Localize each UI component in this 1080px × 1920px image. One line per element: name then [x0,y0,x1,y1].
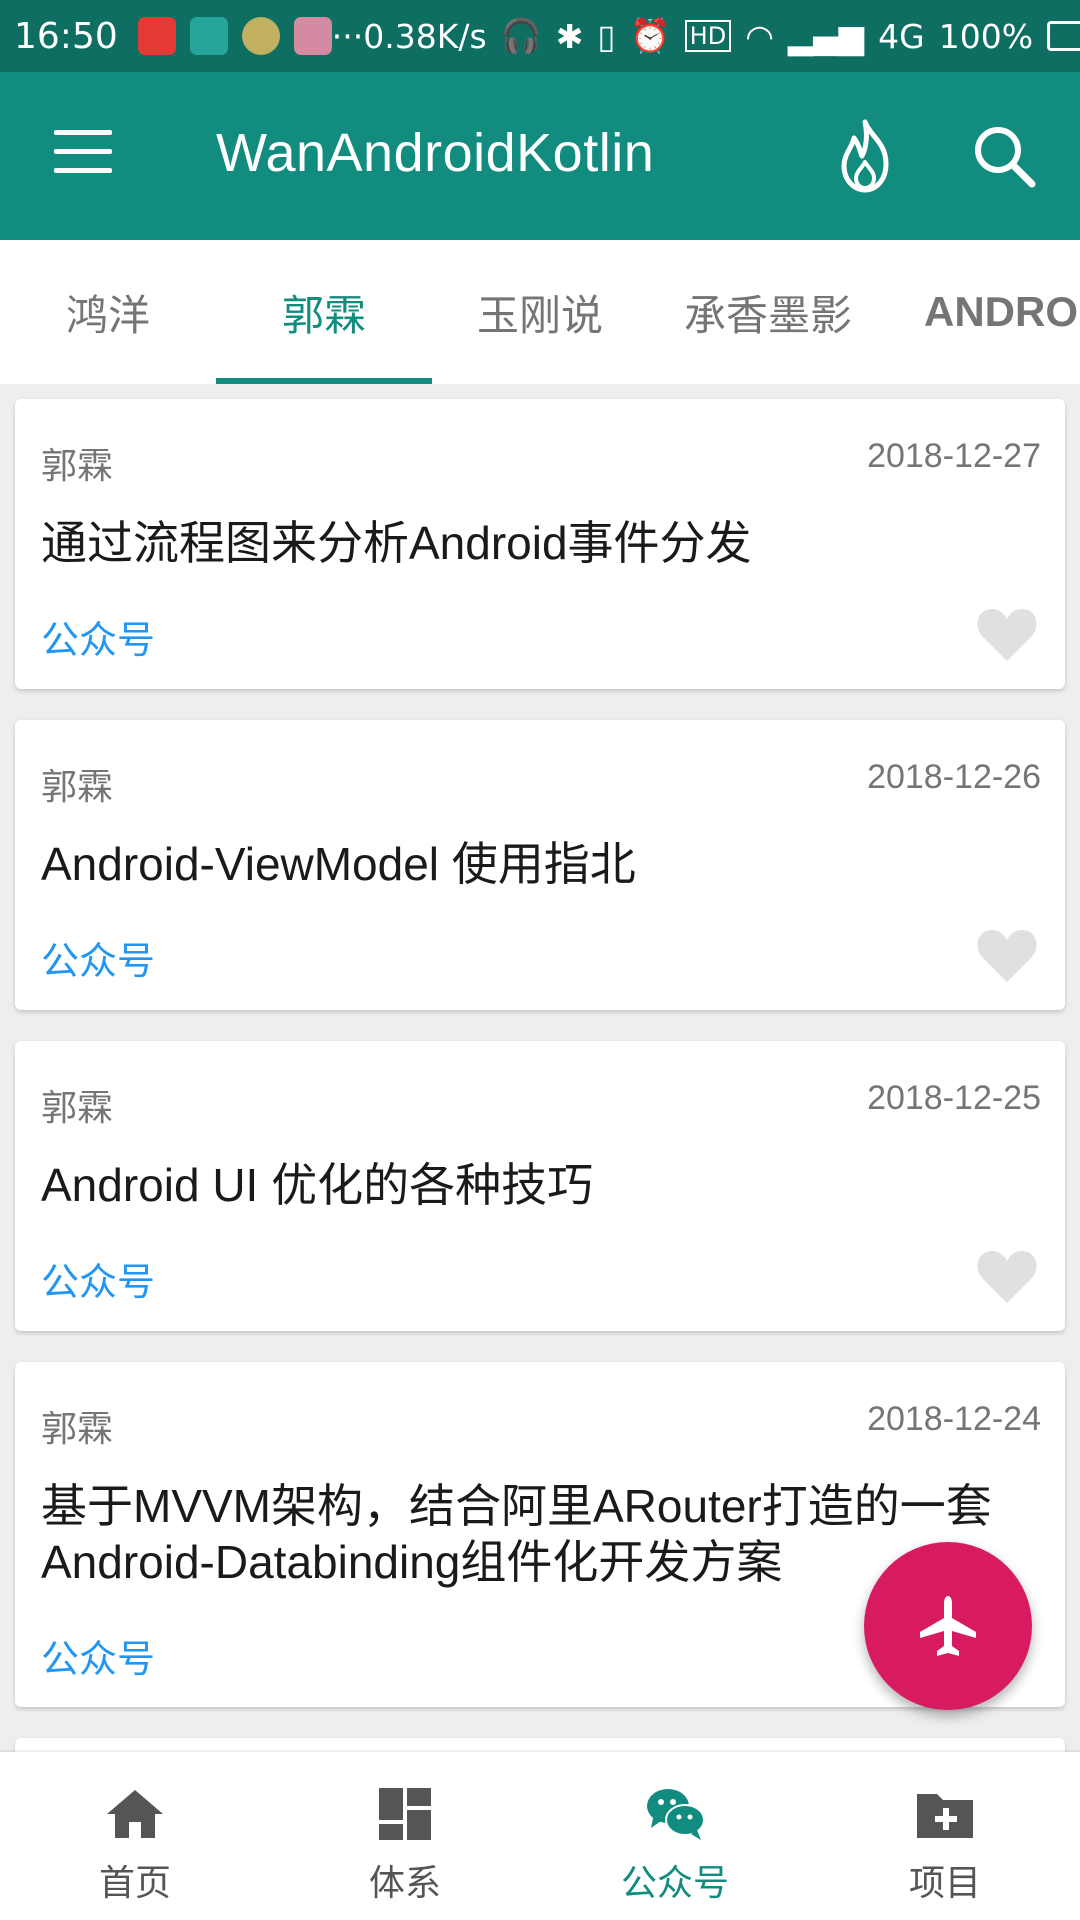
netease-music-notification-icon [137,17,176,55]
nav-home[interactable]: 首页 [0,1752,270,1920]
scroll-top-fab[interactable] [864,1542,1032,1710]
app-toolbar: WanAndroidKotlin [0,72,1080,240]
article-card[interactable]: 郭霖 2018-12-25 Android UI 优化的各种技巧 公众号 [15,1041,1065,1331]
article-author: 郭霖 [41,446,114,487]
nav-project[interactable]: 项目 [810,1752,1080,1920]
status-time: 16:50 [14,15,118,57]
bottom-navigation: 首页 体系 公众号 项目 [0,1752,1080,1920]
article-title: Android-ViewModel 使用指北 [41,838,636,890]
nav-wechat[interactable]: 公众号 [540,1752,810,1920]
alarm-icon: ⏰ [629,16,671,55]
article-tag[interactable]: 公众号 [41,1251,155,1306]
article-title: Android UI 优化的各种技巧 [41,1159,594,1211]
menu-icon[interactable] [54,130,112,178]
dashboard-icon [379,1788,431,1840]
airplane-icon [920,1596,976,1656]
network-speed: ···0.38K/s [331,16,487,56]
fire-icon[interactable] [830,118,900,194]
nav-label: 首页 [98,1863,171,1904]
status-bar: 16:50 ···0.38K/s 🎧 ✱ ▯ ⏰ HD ◠ ▂▄▆ 4G 100… [0,0,1080,72]
nav-label: 公众号 [620,1863,729,1904]
headphones-icon: 🎧 [500,16,542,55]
app-title: WanAndroidKotlin [216,123,655,183]
wechat-icon [647,1789,705,1840]
vibrate-icon: ▯ [597,16,616,56]
bluetooth-icon: ✱ [555,16,584,56]
search-icon[interactable] [970,122,1040,192]
scan-notification-icon [189,17,228,55]
nav-label: 体系 [368,1863,441,1904]
tab-guolin[interactable]: 郭霖 [216,240,432,384]
wifi-icon: ◠ [745,16,774,56]
signal-icon: ▂▄▆ [788,16,865,56]
app-notification-icon [293,17,332,55]
article-card[interactable]: 郭霖 2018-12-26 Android-ViewModel 使用指北 公众号 [15,720,1065,1010]
article-tag[interactable]: 公众号 [41,609,155,664]
nav-label: 项目 [908,1863,981,1904]
article-date: 2018-12-26 [867,758,1041,796]
article-tag[interactable]: 公众号 [41,1628,155,1683]
article-card[interactable]: 郭霖 2018-12-27 通过流程图来分析Android事件分发 公众号 [15,399,1065,689]
article-author: 郭霖 [41,1088,114,1129]
article-date: 2018-12-27 [867,437,1041,475]
article-author: 郭霖 [41,767,114,808]
battery-percent: 100% [938,16,1034,56]
nav-system[interactable]: 体系 [270,1752,540,1920]
hd-icon: HD [684,20,732,52]
tab-yugangshuo[interactable]: 玉刚说 [432,240,648,384]
article-tag[interactable]: 公众号 [41,930,155,985]
author-tabs: 鸿洋 郭霖 玉刚说 承香墨影 ANDROID [0,240,1080,384]
battery-icon [1047,21,1080,51]
home-icon [107,1790,163,1838]
article-date: 2018-12-25 [867,1079,1041,1117]
article-card[interactable] [15,1738,1065,1752]
favorite-heart-icon[interactable] [975,605,1039,663]
article-author: 郭霖 [41,1409,114,1450]
article-date: 2018-12-24 [867,1400,1041,1438]
tab-hongyang[interactable]: 鸿洋 [0,240,216,384]
folder-add-icon [917,1794,973,1838]
favorite-heart-icon[interactable] [975,926,1039,984]
favorite-heart-icon[interactable] [975,1247,1039,1305]
network-type: 4G [878,16,925,56]
article-title: 通过流程图来分析Android事件分发 [41,517,752,569]
tab-chengxiangmoying[interactable]: 承香墨影 [648,240,888,384]
plus-notification-icon [241,17,280,55]
tab-android[interactable]: ANDROID [924,240,1080,384]
